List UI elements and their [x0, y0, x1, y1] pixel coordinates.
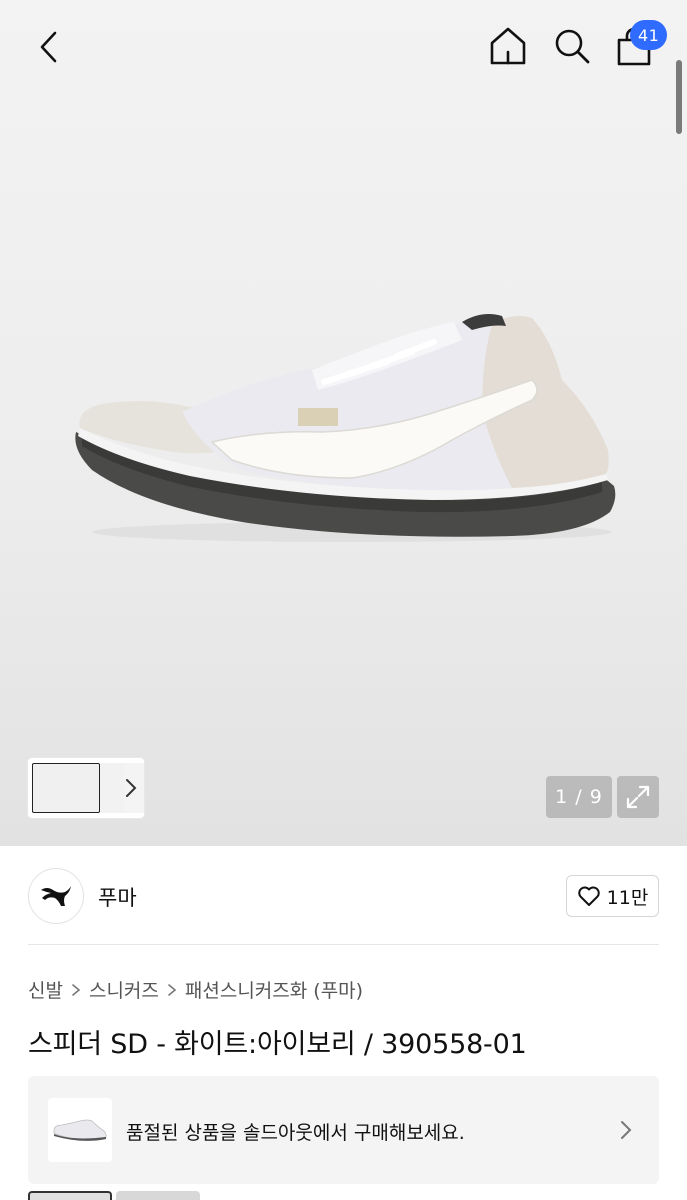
- product-image-sneaker[interactable]: [62, 300, 622, 560]
- chevron-right-icon: [167, 983, 177, 997]
- home-icon: [490, 27, 526, 65]
- brand-name[interactable]: 푸마: [98, 882, 137, 912]
- expand-button[interactable]: [617, 776, 659, 818]
- expand-icon: [626, 785, 650, 809]
- top-navigation-bar: 41: [0, 0, 687, 92]
- home-button[interactable]: [484, 22, 532, 70]
- chevron-right-icon: [71, 983, 81, 997]
- thumbnail-strip[interactable]: [28, 758, 144, 818]
- breadcrumb-item[interactable]: 신발: [28, 976, 63, 1003]
- soldout-banner[interactable]: 품절된 상품을 솔드아웃에서 구매해보세요.: [28, 1076, 659, 1184]
- like-button[interactable]: 11만: [566, 875, 659, 917]
- chevron-right-icon: [621, 1121, 632, 1139]
- brand-logo[interactable]: [28, 868, 84, 924]
- search-button[interactable]: [548, 22, 596, 70]
- cart-count-badge: 41: [630, 20, 668, 50]
- breadcrumb: 신발 스니커즈 패션스니커즈화 (푸마): [28, 976, 363, 1003]
- chevron-left-icon: [40, 31, 57, 63]
- image-counter: 1 / 9: [546, 776, 612, 818]
- chevron-right-icon[interactable]: [124, 776, 138, 800]
- soldout-banner-text: 품절된 상품을 솔드아웃에서 구매해보세요.: [126, 1122, 465, 1144]
- thumbnail-item-active[interactable]: [32, 763, 100, 813]
- divider: [28, 944, 659, 945]
- product-image-gallery[interactable]: 41 1 / 9: [0, 0, 687, 846]
- scroll-indicator[interactable]: [676, 60, 682, 134]
- breadcrumb-item[interactable]: 패션스니커즈화 (푸마): [185, 976, 363, 1003]
- sneaker-icon: [53, 1119, 107, 1141]
- product-title: 스피더 SD - 화이트:아이보리 / 390558-01: [28, 1029, 527, 1060]
- option-tab[interactable]: [116, 1191, 200, 1200]
- back-button[interactable]: [26, 24, 72, 70]
- breadcrumb-item[interactable]: 스니커즈: [89, 976, 159, 1003]
- puma-logo-icon: [41, 886, 71, 906]
- heart-icon: [577, 886, 600, 906]
- brand-row: 푸마 11만: [28, 866, 659, 926]
- search-icon: [555, 29, 590, 64]
- thumbnail-item[interactable]: [100, 763, 126, 813]
- option-tab[interactable]: [28, 1191, 112, 1200]
- like-count: 11만: [606, 886, 649, 909]
- soldout-product-thumbnail: [48, 1098, 112, 1162]
